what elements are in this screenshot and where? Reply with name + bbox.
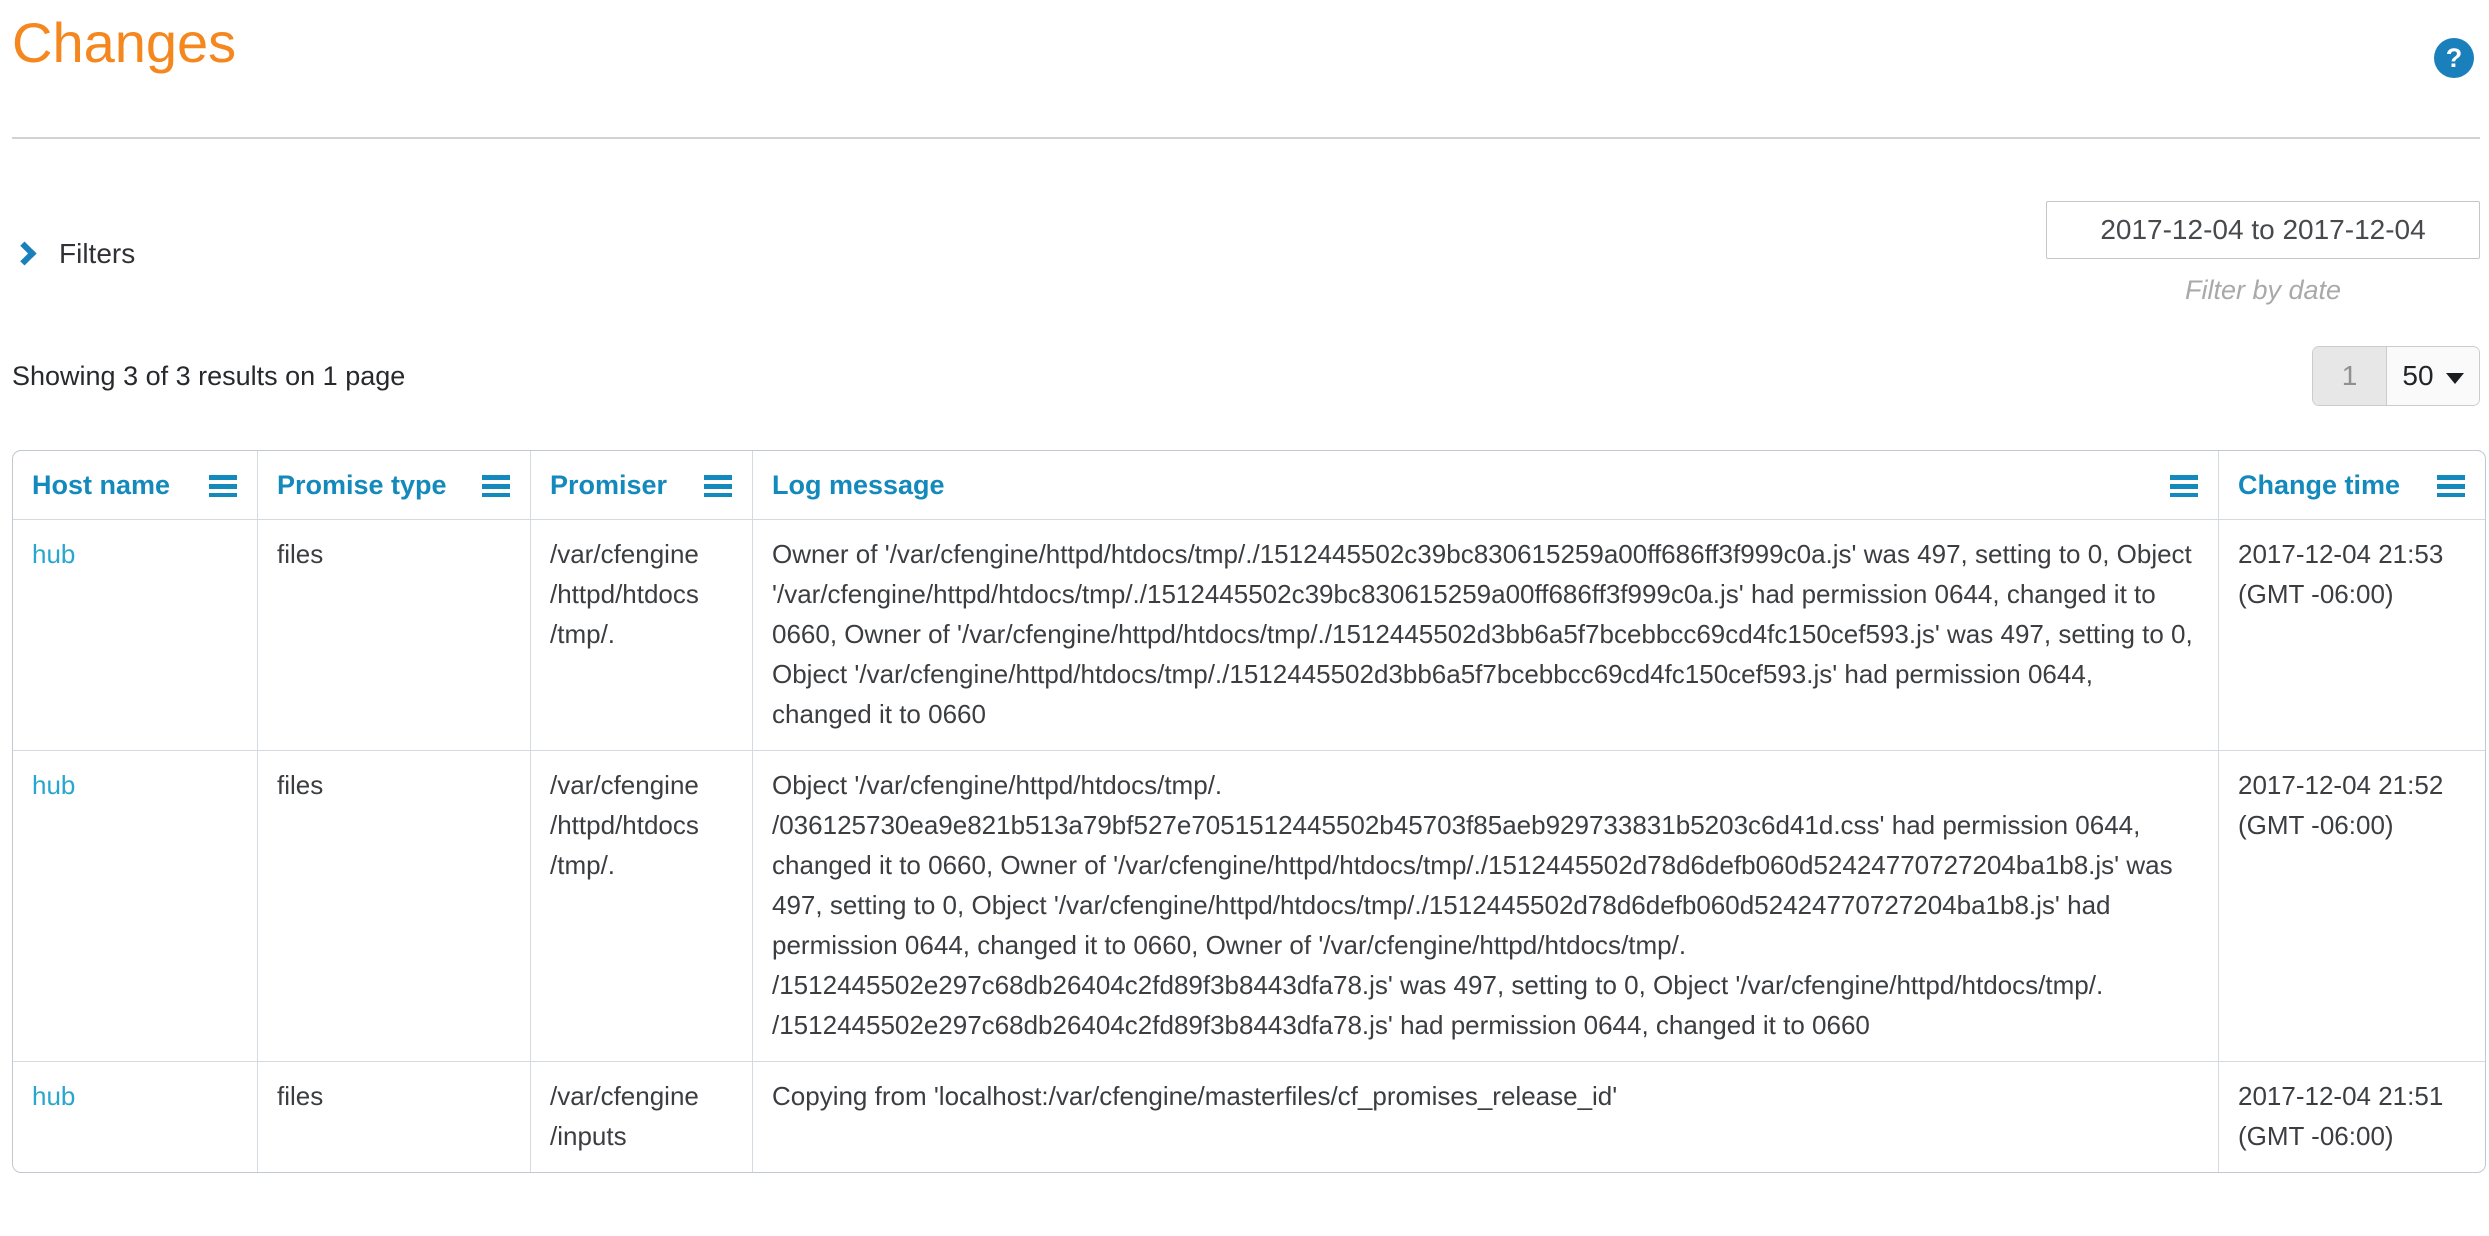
host-cell: hub — [13, 1061, 258, 1172]
promiser-cell: /var/cfengine/inputs — [531, 1061, 753, 1172]
page-size-dropdown[interactable]: 50 — [2387, 347, 2479, 405]
promise-type-cell: files — [258, 519, 531, 750]
column-menu-icon[interactable] — [704, 475, 732, 497]
column-label: Promise type — [277, 470, 447, 501]
promise-type-cell: files — [258, 1061, 531, 1172]
promiser-cell: /var/cfengine/httpd/htdocs/tmp/. — [531, 750, 753, 1061]
column-menu-icon[interactable] — [482, 475, 510, 497]
filters-label: Filters — [59, 238, 135, 270]
promiser-cell: /var/cfengine/httpd/htdocs/tmp/. — [531, 519, 753, 750]
column-menu-icon[interactable] — [209, 475, 237, 497]
date-filter-hint: Filter by date — [2046, 275, 2480, 306]
filters-row: Filters Filter by date — [12, 201, 2480, 306]
chevron-down-icon — [2446, 373, 2464, 384]
column-menu-icon[interactable] — [2170, 475, 2198, 497]
filters-toggle[interactable]: Filters — [12, 238, 135, 270]
column-header-log-message: Log message — [753, 451, 2219, 519]
chevron-right-icon — [12, 241, 36, 265]
column-label: Promiser — [550, 470, 667, 501]
host-link[interactable]: hub — [32, 770, 75, 800]
host-link[interactable]: hub — [32, 1081, 75, 1111]
header-divider — [12, 137, 2480, 139]
column-header-promise-type: Promise type — [258, 451, 531, 519]
column-header-change-time: Change time — [2219, 451, 2485, 519]
date-range-input[interactable] — [2046, 201, 2480, 259]
log-message-cell: Owner of '/var/cfengine/httpd/htdocs/tmp… — [753, 519, 2219, 750]
change-time-cell: 2017-12-04 21:51 (GMT -06:00) — [2219, 1061, 2485, 1172]
page-number-button[interactable]: 1 — [2313, 347, 2387, 405]
table-row: hub files /var/cfengine/httpd/htdocs/tmp… — [13, 519, 2485, 750]
change-time-cell: 2017-12-04 21:53 (GMT -06:00) — [2219, 519, 2485, 750]
pagination: 1 50 — [2312, 346, 2480, 406]
log-message-cell: Copying from 'localhost:/var/cfengine/ma… — [753, 1061, 2219, 1172]
column-menu-icon[interactable] — [2437, 475, 2465, 497]
column-label: Log message — [772, 470, 945, 501]
results-summary: Showing 3 of 3 results on 1 page — [12, 361, 405, 392]
table-row: hub files /var/cfengine/httpd/htdocs/tmp… — [13, 750, 2485, 1061]
summary-row: Showing 3 of 3 results on 1 page 1 50 — [12, 346, 2480, 406]
changes-table: Host name Promise type Promiser — [12, 450, 2486, 1173]
help-icon[interactable]: ? — [2434, 38, 2474, 78]
column-header-host-name: Host name — [13, 451, 258, 519]
column-header-promiser: Promiser — [531, 451, 753, 519]
promise-type-cell: files — [258, 750, 531, 1061]
host-cell: hub — [13, 750, 258, 1061]
column-label: Change time — [2238, 470, 2400, 501]
page-title: Changes — [12, 10, 236, 76]
host-cell: hub — [13, 519, 258, 750]
page-header: Changes ? — [12, 0, 2480, 78]
host-link[interactable]: hub — [32, 539, 75, 569]
table-header-row: Host name Promise type Promiser — [13, 451, 2485, 519]
change-time-cell: 2017-12-04 21:52 (GMT -06:00) — [2219, 750, 2485, 1061]
log-message-cell: Object '/var/cfengine/httpd/htdocs/tmp/.… — [753, 750, 2219, 1061]
date-filter: Filter by date — [2046, 201, 2480, 306]
page-size-value: 50 — [2402, 360, 2433, 392]
changes-page: Changes ? Filters Filter by date Showing… — [0, 0, 2489, 1173]
column-label: Host name — [32, 470, 170, 501]
table-row: hub files /var/cfengine/inputs Copying f… — [13, 1061, 2485, 1172]
